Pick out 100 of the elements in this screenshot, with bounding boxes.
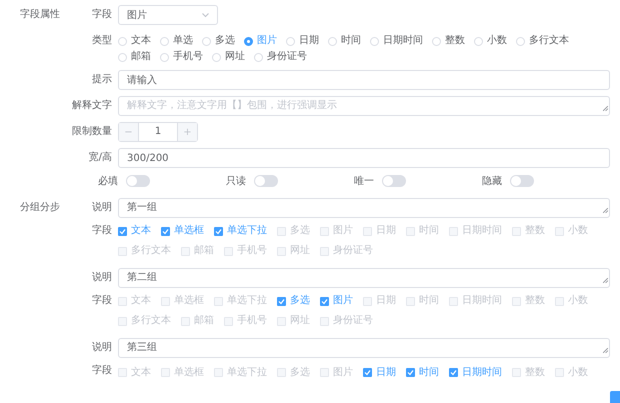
checkbox-option[interactable]: 网址 (277, 314, 310, 328)
checkbox-option[interactable]: 手机号 (224, 244, 267, 258)
chevron-down-icon (202, 12, 209, 18)
checkbox-option[interactable]: 文本 (118, 224, 151, 238)
checkbox-option[interactable]: 日期时间 (449, 294, 502, 308)
description-field[interactable]: 第三组 (118, 338, 610, 358)
field-label: 提示 (91, 73, 112, 87)
field-label: 解释文字 (71, 98, 112, 113)
field-label: 类型 (91, 34, 112, 48)
checkbox-option[interactable]: 单选下拉 (214, 224, 267, 238)
checkbox-option[interactable]: 多选 (277, 224, 310, 238)
checkbox-option[interactable]: 小数 (555, 224, 588, 238)
explanation-field[interactable]: 解释文字，注意文字用【】包围，进行强调显示 (118, 96, 610, 116)
stepper-value: 1 (154, 125, 162, 139)
checkbox-option[interactable]: 整数 (512, 364, 545, 381)
section-title: 分组分步 (20, 200, 61, 215)
radio-option[interactable]: 日期时间 (370, 34, 423, 48)
checkbox-option[interactable]: 整数 (512, 224, 545, 238)
radio-option[interactable]: 网址 (212, 50, 245, 64)
checkbox-option[interactable]: 图片 (320, 364, 353, 381)
switch-label: 唯一 (354, 174, 374, 188)
toggle-switch[interactable] (510, 175, 534, 187)
description-field[interactable]: 第二组 (118, 268, 610, 288)
field-select[interactable]: 图片 (118, 5, 218, 25)
checkbox[interactable] (449, 368, 458, 377)
radio-button[interactable] (244, 36, 253, 46)
checkbox-option[interactable]: 整数 (512, 294, 545, 308)
checkbox[interactable] (363, 368, 372, 377)
field-label: 字段 (91, 294, 112, 308)
radio-option[interactable]: 日期 (286, 34, 319, 48)
radio-option[interactable]: 多行文本 (516, 34, 569, 48)
radio-option[interactable]: 小数 (474, 34, 507, 48)
checkbox-option[interactable]: 多行文本 (118, 244, 171, 258)
checkbox-option[interactable]: 网址 (277, 244, 310, 258)
radio-option[interactable]: 图片 (244, 34, 277, 48)
checkbox[interactable] (320, 296, 329, 306)
toggle-switch[interactable] (254, 175, 278, 187)
checkbox[interactable] (277, 296, 286, 306)
checkbox-option[interactable]: 身份证号 (320, 244, 373, 258)
checkbox-option[interactable]: 邮箱 (181, 314, 214, 328)
checkbox-option[interactable]: 日期时间 (449, 364, 502, 381)
checkbox-option[interactable]: 单选框 (161, 294, 204, 308)
checkbox-option[interactable]: 日期 (363, 294, 396, 308)
radio-option[interactable]: 邮箱 (118, 50, 151, 64)
checkbox-option[interactable]: 文本 (118, 294, 151, 308)
checkbox-option[interactable]: 小数 (555, 294, 588, 308)
field-label: 宽/高 (88, 150, 112, 165)
checkbox-option[interactable]: 多行文本 (118, 314, 171, 328)
checkbox-option[interactable]: 日期 (363, 364, 396, 381)
resize-handle-icon[interactable] (603, 106, 608, 111)
switch-label: 必填 (98, 174, 118, 188)
switch-label: 隐藏 (482, 174, 502, 188)
switch-label: 只读 (226, 174, 246, 188)
radio-option[interactable]: 整数 (432, 34, 465, 48)
radio-option[interactable]: 文本 (118, 34, 151, 48)
checkbox-option[interactable]: 身份证号 (320, 314, 373, 328)
radio-option[interactable]: 单选 (160, 34, 193, 48)
checkbox-option[interactable]: 时间 (406, 224, 439, 238)
checkbox-option[interactable]: 单选下拉 (214, 364, 267, 381)
checkbox-option[interactable]: 手机号 (224, 314, 267, 328)
checkbox-option[interactable]: 时间 (406, 364, 439, 381)
checkbox[interactable] (161, 226, 170, 236)
checkbox[interactable] (214, 226, 223, 236)
checkbox-option[interactable]: 图片 (320, 224, 353, 238)
radio-option[interactable]: 手机号 (160, 50, 203, 64)
resize-handle-icon[interactable] (603, 278, 608, 283)
checkbox-option[interactable]: 多选 (277, 364, 310, 381)
field-label: 字段 (91, 224, 112, 238)
resize-handle-icon[interactable] (603, 348, 608, 353)
checkbox[interactable] (406, 368, 415, 377)
radio-option[interactable]: 身份证号 (254, 50, 307, 64)
description-field[interactable]: 第一组 (118, 198, 610, 218)
decrement-button[interactable]: − (119, 123, 139, 141)
checkbox-option[interactable]: 小数 (555, 364, 588, 381)
checkbox-option[interactable]: 日期 (363, 224, 396, 238)
checkbox-option[interactable]: 多选 (277, 294, 310, 308)
checkbox-option[interactable]: 时间 (406, 294, 439, 308)
number-stepper[interactable]: − 1 + (118, 122, 198, 142)
toggle-switch[interactable] (126, 175, 150, 187)
checkbox-option[interactable]: 单选框 (161, 364, 204, 381)
checkbox-option[interactable]: 单选下拉 (214, 294, 267, 308)
field-label: 说明 (91, 201, 112, 215)
toggle-switch[interactable] (382, 175, 406, 187)
checkbox-option[interactable]: 邮箱 (181, 244, 214, 258)
resize-handle-icon[interactable] (603, 208, 608, 213)
checkbox-option[interactable]: 单选框 (161, 224, 204, 238)
field-label: 字段 (91, 364, 112, 378)
section-title: 字段属性 (20, 8, 61, 22)
checkbox-option[interactable]: 日期时间 (449, 224, 502, 238)
increment-button[interactable]: + (177, 123, 197, 141)
checkbox-option[interactable]: 图片 (320, 294, 353, 308)
checkbox-option[interactable]: 文本 (118, 364, 151, 381)
hint-field[interactable]: 请输入 (118, 70, 610, 90)
floating-button[interactable] (610, 391, 620, 403)
size-field[interactable]: 300/200 (118, 148, 610, 168)
radio-option[interactable]: 多选 (202, 34, 235, 48)
field-label: 字段 (91, 8, 112, 22)
radio-option[interactable]: 时间 (328, 34, 361, 48)
field-label: 说明 (91, 341, 112, 355)
checkbox[interactable] (118, 226, 127, 236)
